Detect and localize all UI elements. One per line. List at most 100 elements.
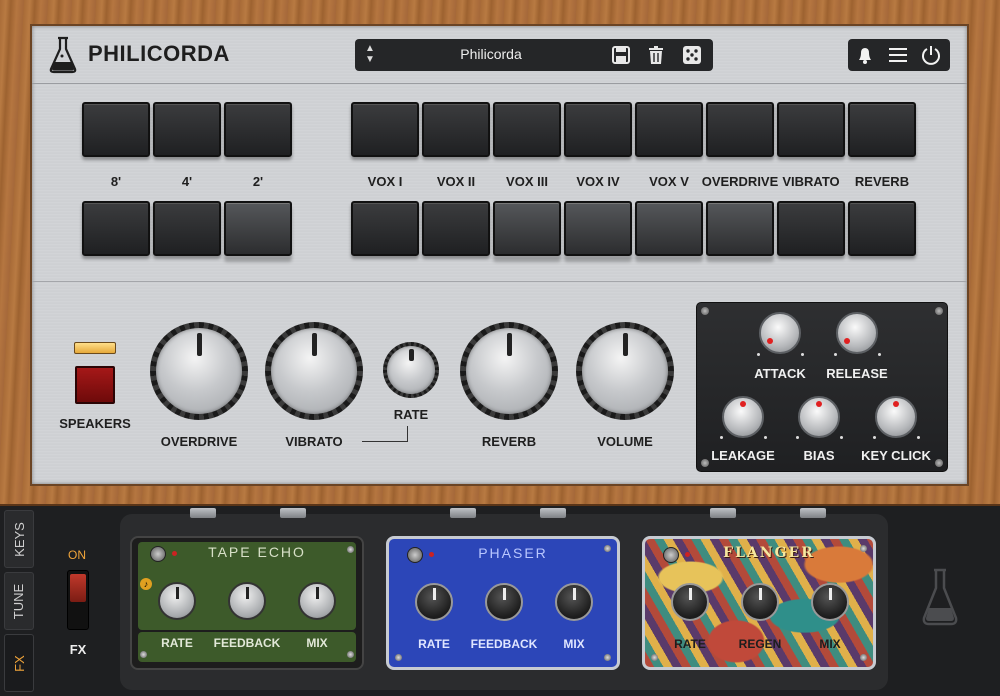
speakers-label: SPEAKERS bbox=[59, 416, 131, 431]
phaser-mix-label: MIX bbox=[563, 637, 585, 651]
scale-dot bbox=[757, 353, 760, 356]
vox-5-button[interactable] bbox=[635, 102, 703, 157]
rate-knob[interactable] bbox=[383, 342, 439, 398]
vox-2-lower-button[interactable] bbox=[422, 201, 490, 256]
fx-area: KEYS TUNE FX ON FX TAPE ECHO ♪ RATE FEED… bbox=[0, 506, 1000, 696]
scale-dot bbox=[796, 436, 799, 439]
screw bbox=[347, 651, 354, 658]
screw bbox=[347, 546, 354, 553]
tab-keys[interactable]: KEYS bbox=[4, 510, 34, 568]
overdrive-label: OVERDRIVE bbox=[160, 434, 238, 449]
dice-random-icon[interactable] bbox=[681, 44, 703, 66]
footage-2-button[interactable] bbox=[224, 102, 292, 157]
jack bbox=[450, 508, 476, 518]
reverb-label: REVERB bbox=[481, 434, 537, 449]
footage-2-lower-button[interactable] bbox=[224, 201, 292, 256]
bias-knob[interactable] bbox=[798, 396, 840, 438]
fx-label: FX bbox=[69, 642, 87, 657]
rate-connector bbox=[407, 426, 408, 442]
jack bbox=[710, 508, 736, 518]
vox-1-lower-button[interactable] bbox=[351, 201, 419, 256]
reverb-switch-button[interactable] bbox=[848, 102, 916, 157]
flanger-regen-label: REGEN bbox=[738, 637, 782, 651]
vox-3-lower-button[interactable] bbox=[493, 201, 561, 256]
tape-echo-rate-knob[interactable] bbox=[158, 582, 196, 620]
section-divider bbox=[32, 281, 967, 282]
scale-dot bbox=[764, 436, 767, 439]
vox-4-lower-button[interactable] bbox=[564, 201, 632, 256]
phaser-feedback-knob[interactable] bbox=[485, 583, 523, 621]
menu-icon[interactable] bbox=[887, 44, 909, 66]
scale-dot bbox=[834, 353, 837, 356]
vibrato-knob[interactable] bbox=[265, 322, 363, 420]
tape-echo-feedback-label: FEEDBACK bbox=[213, 636, 281, 650]
sync-note-icon[interactable]: ♪ bbox=[140, 578, 152, 590]
vox-4-button[interactable] bbox=[564, 102, 632, 157]
jack bbox=[190, 508, 216, 518]
jack bbox=[540, 508, 566, 518]
speakers-led bbox=[74, 342, 116, 354]
tape-echo-pedal: TAPE ECHO ♪ RATE FEEDBACK MIX bbox=[130, 536, 364, 670]
screw bbox=[604, 545, 611, 552]
vox-3-button[interactable] bbox=[493, 102, 561, 157]
preset-name[interactable]: Philicorda bbox=[355, 46, 627, 62]
screw bbox=[140, 651, 147, 658]
vox-1-button[interactable] bbox=[351, 102, 419, 157]
phaser-pedal: PHASER RATE FEEDBACK MIX bbox=[386, 536, 620, 670]
volume-knob[interactable] bbox=[576, 322, 674, 420]
footage-4-button[interactable] bbox=[153, 102, 221, 157]
reverb-switch-label: REVERB bbox=[854, 174, 910, 189]
fx-toggle-switch[interactable] bbox=[67, 570, 89, 630]
rate-connector-h bbox=[362, 441, 408, 442]
flask-logo-icon bbox=[49, 36, 77, 74]
power-icon[interactable] bbox=[920, 44, 942, 66]
tape-echo-feedback-knob[interactable] bbox=[228, 582, 266, 620]
flanger-rate-knob[interactable] bbox=[671, 583, 709, 621]
flanger-mix-label: MIX bbox=[819, 637, 841, 651]
vox-2-button[interactable] bbox=[422, 102, 490, 157]
scale-dot bbox=[878, 353, 881, 356]
flanger-mix-knob[interactable] bbox=[811, 583, 849, 621]
key-click-knob[interactable] bbox=[875, 396, 917, 438]
speakers-button[interactable] bbox=[75, 366, 115, 404]
phaser-mix-knob[interactable] bbox=[555, 583, 593, 621]
footage-8-lower-button[interactable] bbox=[82, 201, 150, 256]
trash-icon[interactable] bbox=[645, 44, 667, 66]
flanger-pedal: FLANGER RATE REGEN MIX bbox=[642, 536, 876, 670]
preset-browser: ▲ ▼ Philicorda bbox=[355, 39, 713, 71]
overdrive-lower-button[interactable] bbox=[706, 201, 774, 256]
vibrato-switch-button[interactable] bbox=[777, 102, 845, 157]
scale-dot bbox=[873, 436, 876, 439]
phaser-feedback-label: FEEDBACK bbox=[470, 637, 538, 651]
vox-5-lower-button[interactable] bbox=[635, 201, 703, 256]
rate-label: RATE bbox=[393, 407, 429, 422]
system-buttons bbox=[848, 39, 950, 71]
overdrive-knob[interactable] bbox=[150, 322, 248, 420]
save-icon[interactable] bbox=[610, 44, 632, 66]
footage-4-lower-button[interactable] bbox=[153, 201, 221, 256]
tab-tune[interactable]: TUNE bbox=[4, 572, 34, 630]
tape-echo-mix-knob[interactable] bbox=[298, 582, 336, 620]
footage-8-button[interactable] bbox=[82, 102, 150, 157]
tape-echo-title: TAPE ECHO bbox=[208, 544, 306, 560]
vibrato-lower-button[interactable] bbox=[777, 201, 845, 256]
leakage-knob[interactable] bbox=[722, 396, 764, 438]
bell-icon[interactable] bbox=[854, 44, 876, 66]
release-knob[interactable] bbox=[836, 312, 878, 354]
attack-knob[interactable] bbox=[759, 312, 801, 354]
main-panel: PHILICORDA ▲ ▼ Philicorda 8' 4' 2' VOX I… bbox=[30, 24, 969, 486]
tape-echo-led-button[interactable] bbox=[150, 546, 166, 562]
overdrive-switch-button[interactable] bbox=[706, 102, 774, 157]
flanger-regen-knob[interactable] bbox=[741, 583, 779, 621]
footage-2-label: 2' bbox=[252, 174, 264, 189]
reverb-knob[interactable] bbox=[460, 322, 558, 420]
phaser-led-button[interactable] bbox=[407, 547, 423, 563]
phaser-rate-label: RATE bbox=[418, 637, 450, 651]
fx-on-label: ON bbox=[68, 548, 86, 562]
phaser-rate-knob[interactable] bbox=[415, 583, 453, 621]
reverb-lower-button[interactable] bbox=[848, 201, 916, 256]
app-title: PHILICORDA bbox=[88, 41, 230, 66]
flanger-led-button[interactable] bbox=[663, 547, 679, 563]
scale-dot bbox=[720, 436, 723, 439]
tab-fx[interactable]: FX bbox=[4, 634, 34, 692]
